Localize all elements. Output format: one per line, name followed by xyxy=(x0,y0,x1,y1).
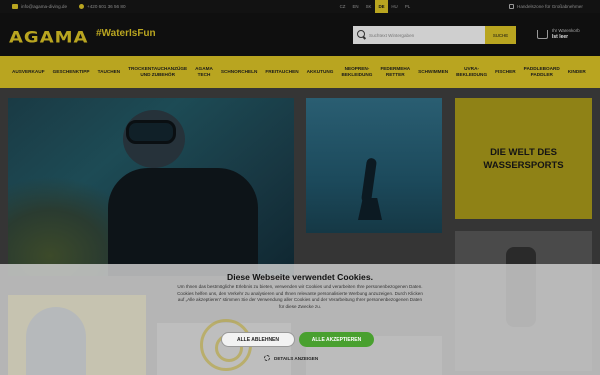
email-contact[interactable]: info@agama-diving.de xyxy=(12,4,67,9)
nav-item-geschenktipp[interactable]: GESCHENKTIPP xyxy=(49,69,94,75)
mail-icon xyxy=(12,4,18,9)
cookie-title: Diese Webseite verwendet Cookies. xyxy=(227,272,373,282)
language-switcher: CZ EN SK DE HU PL xyxy=(336,0,414,13)
lang-sk[interactable]: SK xyxy=(362,0,375,13)
search-button[interactable]: SUCHE xyxy=(485,26,516,44)
nav-item-schwimmen[interactable]: SCHWIMMEN xyxy=(414,69,452,75)
cart-value: Ist leer xyxy=(552,34,569,40)
freediver-fin xyxy=(358,198,382,220)
diving-mask xyxy=(126,120,176,144)
search-input[interactable] xyxy=(353,26,485,44)
promo-tile[interactable]: DIE WELT DES WASSERSPORTS xyxy=(455,98,592,219)
cart-summary: Ihr Warenkorb Ist leer xyxy=(552,28,580,40)
b2b-link[interactable]: Handelszone für Großabnehmer xyxy=(509,0,583,13)
nav-item-tauchen[interactable]: TAUCHEN xyxy=(94,69,125,75)
nav-item-ausverkauf[interactable]: AUSVERKAUF xyxy=(8,69,49,75)
cart-icon xyxy=(537,30,548,39)
nav-item-agama-tech[interactable]: AGAMA TECH xyxy=(191,66,217,78)
lang-de[interactable]: DE xyxy=(375,0,388,13)
details-label[interactable]: DETAILS ANZEIGEN xyxy=(274,356,318,361)
nav-item-neopren[interactable]: NEOPREN- BEKLEIDUNG xyxy=(337,66,376,78)
site-header: AGAMA #WaterIsFun SUCHE Ihr Warenkorb Is… xyxy=(0,13,600,56)
nav-item-paddleboard[interactable]: PADDLEBOARD PADDLER xyxy=(520,66,564,78)
cookie-text: Um Ihnen das bestmögliche Erlebnis zu bi… xyxy=(177,284,423,309)
cart-label: Ihr Warenkorb xyxy=(552,28,580,33)
gear-icon xyxy=(264,355,270,361)
lock-icon xyxy=(509,4,514,9)
nav-item-kinder[interactable]: KINDER xyxy=(564,69,590,75)
phone-icon xyxy=(79,4,85,9)
top-bar: info@agama-diving.de +420 601 36 56 80 C… xyxy=(0,0,600,13)
hero-image[interactable] xyxy=(8,98,294,276)
slogan: #WaterIsFun xyxy=(96,28,156,39)
nav-item-schnorcheln[interactable]: SCHNORCHELN xyxy=(217,69,261,75)
nav-item-freitauchen[interactable]: FREITAUCHEN xyxy=(261,69,302,75)
freediver-image[interactable] xyxy=(306,98,442,233)
phone-contact[interactable]: +420 601 36 56 80 xyxy=(79,4,126,9)
nav-item-trockentauchanzuege[interactable]: TROCKENTAUCHANZÜGE UND ZUBEHÖR xyxy=(124,66,191,78)
freediver-figure xyxy=(360,157,378,204)
search-bar: SUCHE xyxy=(353,26,516,44)
agama-logo[interactable]: AGAMA xyxy=(9,28,88,47)
main-navigation: AUSVERKAUF GESCHENKTIPP TAUCHEN TROCKENT… xyxy=(0,56,600,88)
lang-pl[interactable]: PL xyxy=(401,0,414,13)
lang-cz[interactable]: CZ xyxy=(336,0,349,13)
cookie-banner: Diese Webseite verwendet Cookies. Um Ihn… xyxy=(0,264,600,375)
cart[interactable]: Ihr Warenkorb Ist leer xyxy=(537,28,580,40)
b2b-text[interactable]: Handelszone für Großabnehmer xyxy=(517,4,583,9)
nav-item-retter[interactable]: FEDERMEHA RETTER xyxy=(376,66,414,78)
show-details-link[interactable]: DETAILS ANZEIGEN xyxy=(264,355,318,361)
email-text[interactable]: info@agama-diving.de xyxy=(21,4,67,9)
search-icon xyxy=(357,30,365,38)
lang-hu[interactable]: HU xyxy=(388,0,401,13)
lang-en[interactable]: EN xyxy=(349,0,362,13)
nav-item-uv-bekleidung[interactable]: UVRA- BEKLEIDUNG xyxy=(452,66,491,78)
decline-all-button[interactable]: ALLE ABLEHNEN xyxy=(221,332,295,347)
accept-all-button[interactable]: ALLE AKZEPTIEREN xyxy=(299,332,374,347)
nav-item-fischer[interactable]: FISCHER xyxy=(491,69,520,75)
promo-title: DIE WELT DES WASSERSPORTS xyxy=(483,146,564,171)
diver-body xyxy=(108,168,258,276)
phone-text[interactable]: +420 601 36 56 80 xyxy=(87,4,125,9)
nav-item-akkutung[interactable]: AKKUTUNG xyxy=(303,69,338,75)
